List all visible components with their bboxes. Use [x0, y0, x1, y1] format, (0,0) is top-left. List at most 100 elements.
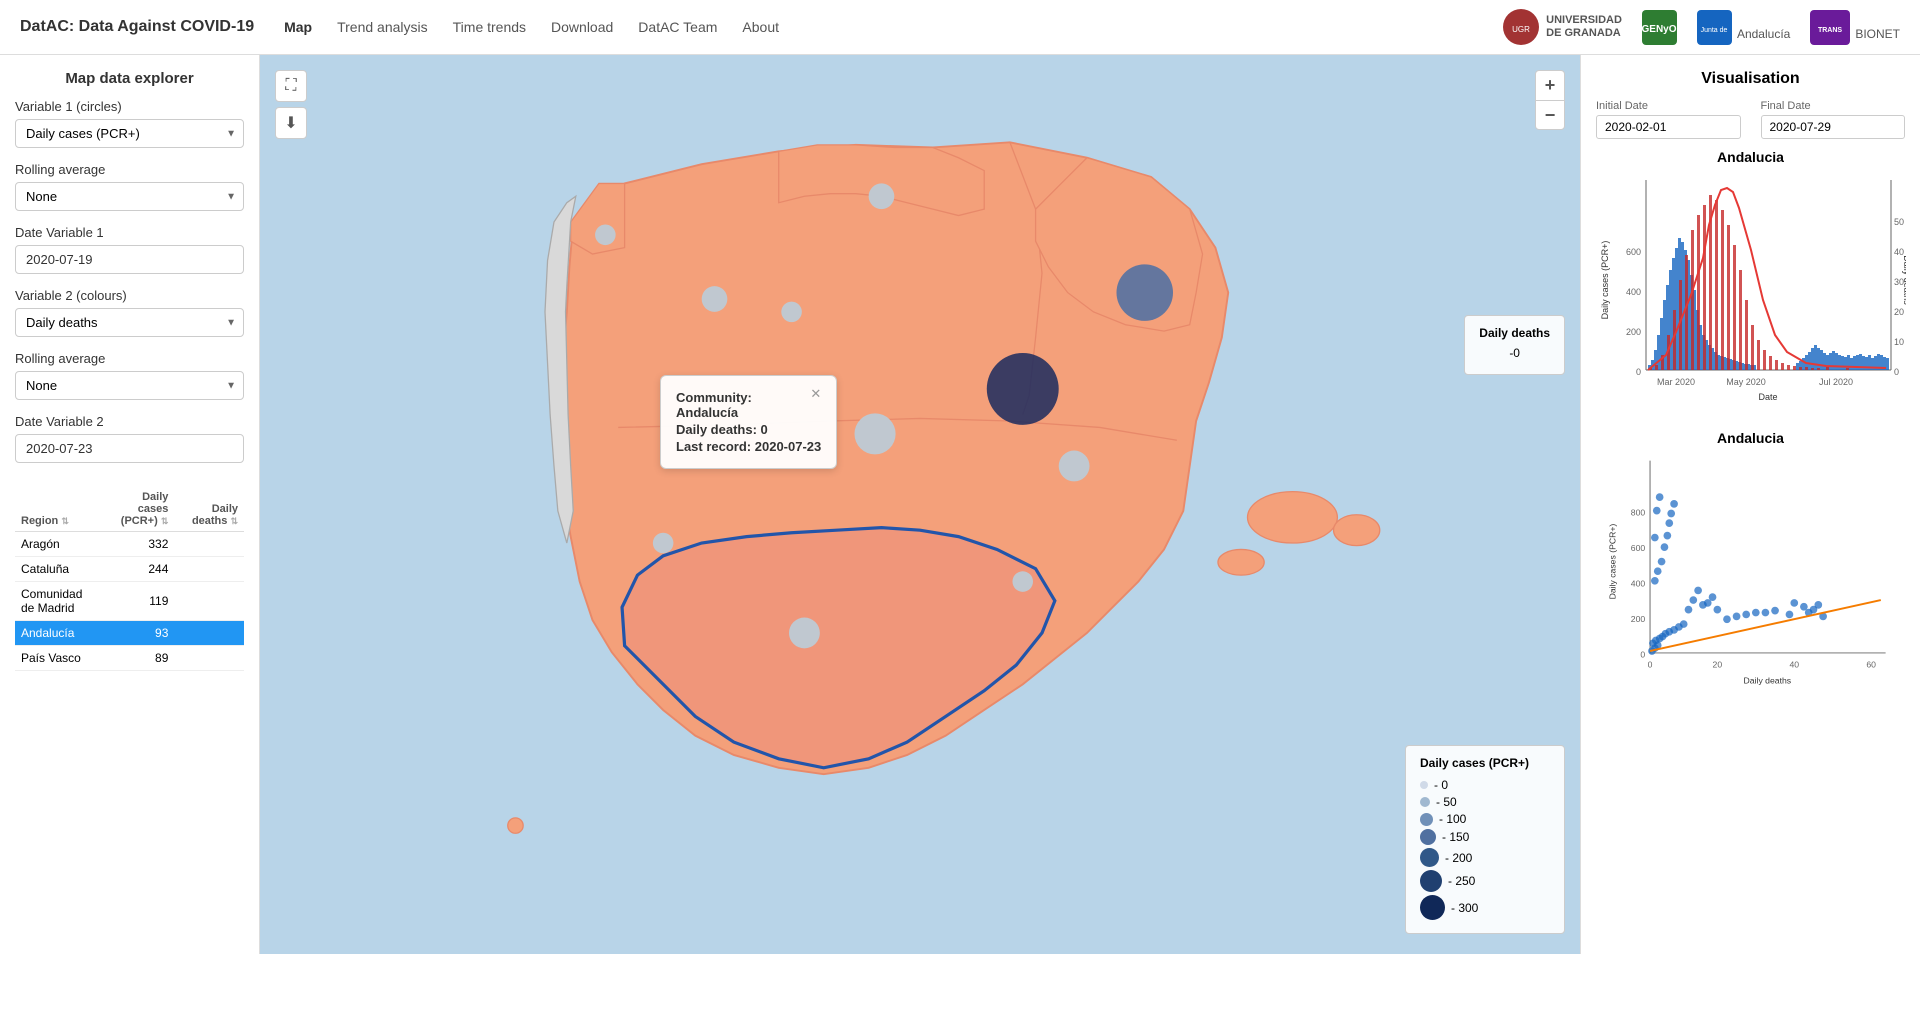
circle-murcia[interactable]: [1012, 571, 1033, 592]
table-row[interactable]: Aragón 332: [15, 532, 244, 557]
chart1-y1-axislabel: Daily cases (PCR+): [1600, 241, 1610, 320]
svg-text:TRANS: TRANS: [1818, 27, 1842, 34]
tooltip-close-button[interactable]: ✕: [810, 386, 821, 402]
variable1-select-wrap: Daily cases (PCR+) Daily deaths Total ca…: [15, 119, 244, 148]
nav-time[interactable]: Time trends: [453, 19, 526, 35]
sidebar: Map data explorer Variable 1 (circles) D…: [0, 55, 260, 954]
panel-title: Visualisation: [1596, 70, 1905, 88]
tooltip-record-value: 2020-07-23: [755, 439, 822, 454]
chart2-title: Andalucia: [1596, 430, 1905, 446]
app-title: DatAC: Data Against COVID-19: [20, 18, 254, 36]
circle-galicia[interactable]: [595, 225, 616, 246]
svg-text:0: 0: [1894, 367, 1899, 377]
date2-input[interactable]: 2020-07-23: [15, 434, 244, 463]
svg-text:400: 400: [1631, 579, 1646, 589]
pcr-circle-100: [1420, 813, 1433, 826]
download-map-button[interactable]: ⬇: [275, 107, 307, 139]
nav-map[interactable]: Map: [284, 19, 312, 35]
circle-madrid[interactable]: [855, 413, 896, 454]
rolling1-label: Rolling average: [15, 162, 244, 177]
region-menorca[interactable]: [1334, 515, 1380, 546]
svg-text:600: 600: [1626, 247, 1641, 257]
rolling2-select[interactable]: None 7-day 14-day: [15, 371, 244, 400]
variable2-select[interactable]: Daily deaths Daily cases (PCR+) Total de…: [15, 308, 244, 337]
region-ibiza[interactable]: [1218, 549, 1264, 575]
cell-deaths: [174, 582, 244, 621]
nav-download[interactable]: Download: [551, 19, 613, 35]
table-row[interactable]: Comunidadde Madrid 119: [15, 582, 244, 621]
nav-team[interactable]: DatAC Team: [638, 19, 717, 35]
svg-text:Jul 2020: Jul 2020: [1819, 377, 1853, 387]
date1-input[interactable]: 2020-07-19: [15, 245, 244, 274]
pcr-label-200: - 200: [1445, 851, 1472, 865]
chart1-x-axislabel: Date: [1758, 392, 1777, 402]
chart2-x-axislabel: Daily deaths: [1744, 676, 1792, 686]
logo-ugr: UGR UNIVERSIDADDE GRANADA: [1501, 7, 1622, 47]
sort-region-icon[interactable]: ⇅: [61, 516, 69, 526]
fullscreen-button[interactable]: ⛶: [275, 70, 307, 102]
circle-andalucia-map[interactable]: [789, 618, 820, 649]
pcr-circle-250: [1420, 870, 1442, 892]
region-mallorca[interactable]: [1247, 492, 1337, 543]
zoom-in-button[interactable]: +: [1535, 70, 1565, 100]
svg-text:Mar 2020: Mar 2020: [1657, 377, 1695, 387]
cell-deaths: [174, 621, 244, 646]
variable2-group: Variable 2 (colours) Daily deaths Daily …: [15, 288, 244, 337]
region-table: Region ⇅ Dailycases(PCR+) ⇅ Dailydeaths …: [15, 487, 244, 671]
svg-text:0: 0: [1648, 659, 1653, 669]
pcr-label-100: - 100: [1439, 812, 1466, 826]
svg-text:20: 20: [1894, 307, 1904, 317]
svg-text:0: 0: [1640, 650, 1645, 660]
pcr-circle-150: [1420, 829, 1436, 845]
cell-deaths: [174, 557, 244, 582]
circle-valencia[interactable]: [1059, 451, 1090, 482]
cell-deaths: [174, 532, 244, 557]
variable1-group: Variable 1 (circles) Daily cases (PCR+) …: [15, 99, 244, 148]
svg-text:200: 200: [1631, 614, 1646, 624]
circle-cataluna[interactable]: [1116, 264, 1173, 321]
circle-paisvasco[interactable]: [869, 183, 895, 209]
svg-text:400: 400: [1626, 287, 1641, 297]
table-row[interactable]: Cataluña 244: [15, 557, 244, 582]
pcr-row-300: - 300: [1420, 895, 1550, 920]
sort-cases-icon[interactable]: ⇅: [161, 516, 169, 526]
svg-text:GENyO: GENyO: [1642, 24, 1677, 35]
sort-deaths-icon[interactable]: ⇅: [230, 516, 238, 526]
svg-text:10: 10: [1894, 337, 1904, 347]
circle-cyl1[interactable]: [702, 286, 728, 312]
variable1-select[interactable]: Daily cases (PCR+) Daily deaths Total ca…: [15, 119, 244, 148]
pcr-circle-300: [1420, 895, 1445, 920]
pcr-circle-50: [1420, 797, 1430, 807]
chart1-blue-bars: [1648, 238, 1889, 370]
circle-cyl2[interactable]: [781, 302, 802, 323]
main-layout: Map data explorer Variable 1 (circles) D…: [0, 55, 1920, 954]
svg-text:UGR: UGR: [1512, 25, 1530, 34]
svg-text:Junta de: Junta de: [1701, 27, 1728, 34]
date1-label: Date Variable 1: [15, 225, 244, 240]
rolling1-select[interactable]: None 7-day 14-day: [15, 182, 244, 211]
spain-map-svg[interactable]: [260, 55, 1580, 954]
pcr-row-150: - 150: [1420, 829, 1550, 845]
zoom-out-button[interactable]: −: [1535, 100, 1565, 130]
svg-text:600: 600: [1631, 543, 1646, 553]
svg-text:May 2020: May 2020: [1726, 377, 1766, 387]
deaths-legend-value: -0: [1479, 346, 1550, 360]
table-row[interactable]: País Vasco 89: [15, 646, 244, 671]
pcr-row-200: - 200: [1420, 848, 1550, 867]
table-row-selected[interactable]: Andalucía 93: [15, 621, 244, 646]
nav-trend[interactable]: Trend analysis: [337, 19, 428, 35]
nav-about[interactable]: About: [742, 19, 779, 35]
date1-group: Date Variable 1 2020-07-19: [15, 225, 244, 274]
circle-aragon[interactable]: [987, 353, 1059, 425]
initial-date-input[interactable]: 2020-02-01: [1596, 115, 1741, 139]
pcr-legend-items: - 0 - 50 - 100 - 150 - 200: [1420, 778, 1550, 920]
map-area[interactable]: ⛶ ⬇ + −: [260, 55, 1580, 954]
logo-junta: Junta deAndalucía: [1697, 10, 1790, 45]
final-date-input[interactable]: 2020-07-29: [1761, 115, 1906, 139]
chart1-y2-axislabel: Daily deaths: [1902, 255, 1906, 305]
circle-canarias[interactable]: [508, 818, 523, 833]
chart1-container: Andalucia 0 200 400 600 0 10 20 30 40 50: [1596, 149, 1905, 420]
cell-cases: 244: [103, 557, 174, 582]
variable2-select-wrap: Daily deaths Daily cases (PCR+) Total de…: [15, 308, 244, 337]
circle-extremadura[interactable]: [653, 533, 674, 554]
